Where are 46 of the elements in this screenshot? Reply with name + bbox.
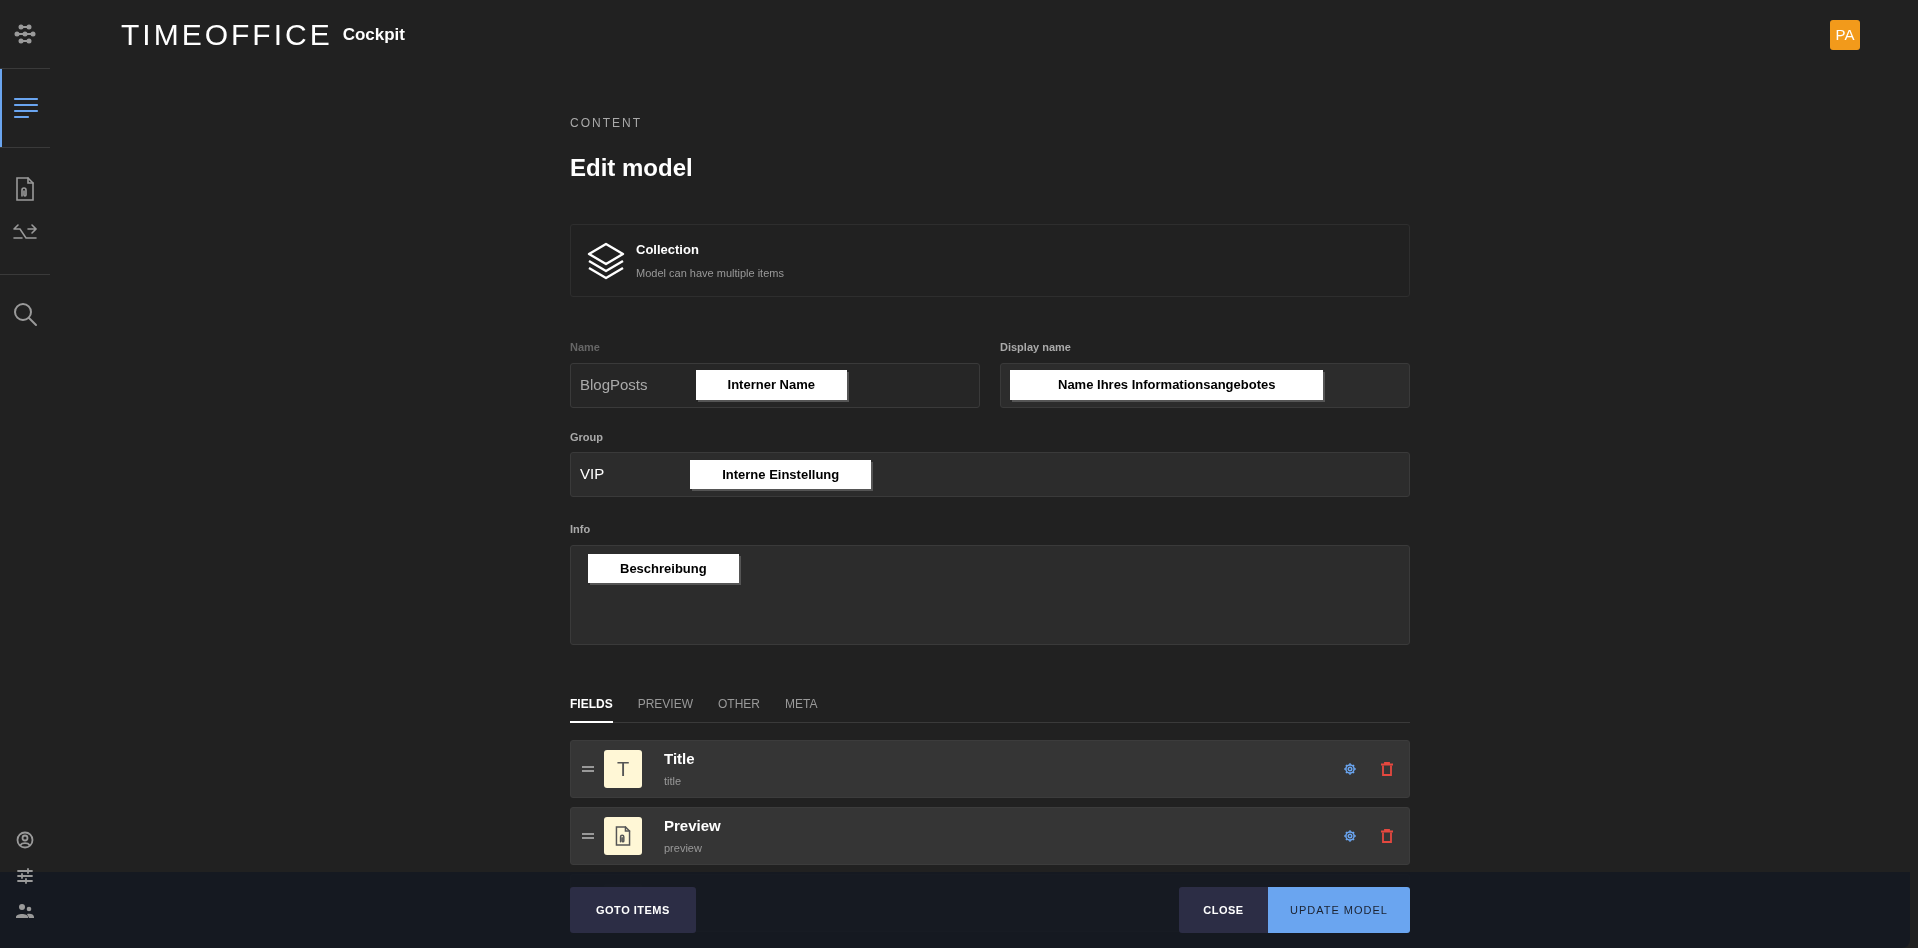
settings-icon[interactable] bbox=[1343, 761, 1357, 776]
tab[interactable]: PREVIEW bbox=[637, 694, 693, 723]
field-name: preview bbox=[664, 840, 703, 856]
users-icon bbox=[16, 903, 34, 919]
delete-icon[interactable] bbox=[1381, 761, 1393, 776]
display-name-field[interactable]: Name Ihres Informationsangebotes bbox=[1000, 362, 1410, 408]
drag-handle-icon bbox=[582, 832, 594, 839]
model-type-title: Collection bbox=[636, 241, 700, 259]
field-title: Title bbox=[664, 749, 695, 769]
tab[interactable]: META bbox=[785, 694, 818, 723]
field-label: Display name bbox=[1000, 340, 1072, 355]
breadcrumb: CONTENT bbox=[570, 115, 643, 132]
file-type-icon bbox=[604, 816, 642, 855]
field-label: Info bbox=[570, 522, 592, 537]
list-icon bbox=[13, 96, 39, 120]
settings-icon[interactable] bbox=[1343, 828, 1357, 843]
page-title: Edit model bbox=[570, 153, 694, 183]
field-label: Name bbox=[570, 340, 601, 355]
delete-icon[interactable] bbox=[1381, 828, 1393, 843]
field-row[interactable]: T Title title bbox=[570, 739, 1410, 798]
tab[interactable]: OTHER bbox=[718, 694, 760, 723]
field-row[interactable]: Preview preview bbox=[570, 806, 1410, 865]
nodes-icon bbox=[13, 22, 37, 46]
annotation-label: Interner Name bbox=[695, 370, 847, 400]
search-icon bbox=[12, 301, 38, 327]
user-icon bbox=[16, 831, 34, 849]
info-textarea[interactable]: Beschreibung bbox=[570, 544, 1410, 645]
drag-handle-icon bbox=[582, 765, 594, 772]
file-icon bbox=[14, 176, 36, 202]
layers-icon bbox=[586, 240, 626, 281]
annotation-label: Beschreibung bbox=[588, 553, 739, 583]
logo: TIMEOFFICE bbox=[121, 20, 333, 50]
close-button[interactable]: CLOSE bbox=[1179, 887, 1268, 933]
annotation-label: Name Ihres Informationsangebotes bbox=[1010, 370, 1324, 400]
update-model-button[interactable]: UPDATE MODEL bbox=[1268, 887, 1410, 933]
field-name: title bbox=[664, 773, 683, 789]
field-title: Preview bbox=[664, 816, 721, 836]
text-type-icon: T bbox=[604, 749, 642, 788]
goto-items-button[interactable]: GOTO ITEMS bbox=[570, 887, 696, 933]
tab[interactable]: FIELDS bbox=[570, 694, 613, 723]
annotation-label: Interne Einstellung bbox=[690, 459, 872, 490]
group-field[interactable]: VIP Interne Einstellung bbox=[570, 452, 1410, 497]
product-name: Cockpit bbox=[342, 24, 405, 47]
field-label: Group bbox=[570, 429, 604, 445]
model-type-description: Model can have multiple items bbox=[636, 265, 784, 281]
sliders-icon bbox=[16, 867, 34, 885]
